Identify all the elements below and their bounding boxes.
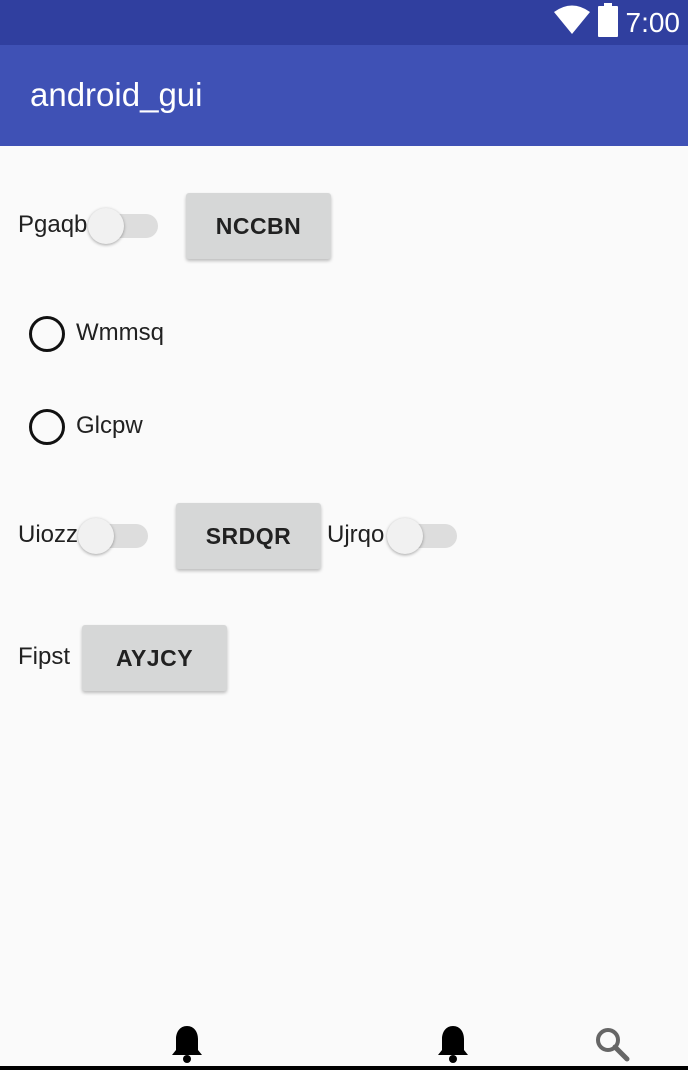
status-icons: 7:00 <box>553 0 681 45</box>
app-bar: android_gui <box>0 45 688 146</box>
switch-thumb <box>78 518 114 554</box>
srdqr-button[interactable]: SRDQR <box>176 503 321 569</box>
uiozz-switch[interactable] <box>78 515 148 555</box>
android-screen: 7:00 android_gui Pgaqb NCCBN Wmmsq Glcpw… <box>0 0 688 1070</box>
fipst-label: Fipst <box>18 643 71 670</box>
bell-icon[interactable] <box>170 1024 204 1069</box>
nccbn-button[interactable]: NCCBN <box>186 193 331 259</box>
wmmsq-radio[interactable] <box>29 316 65 352</box>
wifi-icon <box>553 5 590 40</box>
search-icon[interactable] <box>594 1026 630 1067</box>
wmmsq-radio-label[interactable]: Wmmsq <box>76 319 164 347</box>
pgaqb-switch[interactable] <box>88 205 158 245</box>
bell-icon[interactable] <box>436 1024 470 1069</box>
bottom-navigation <box>0 1036 688 1070</box>
switch-thumb <box>88 208 124 244</box>
switch-thumb <box>387 518 423 554</box>
status-time: 7:00 <box>625 6 681 38</box>
ujrqo-switch[interactable] <box>387 515 457 555</box>
glcpw-radio-label[interactable]: Glcpw <box>76 412 143 440</box>
ayjcy-button[interactable]: AYJCY <box>82 625 227 691</box>
status-bar: 7:00 <box>0 0 688 45</box>
glcpw-radio[interactable] <box>29 409 65 445</box>
battery-icon <box>597 3 618 42</box>
app-title: android_gui <box>30 76 203 113</box>
uiozz-switch-label: Uiozz <box>18 521 79 548</box>
ujrqo-switch-label: Ujrqo <box>327 521 385 548</box>
pgaqb-switch-label: Pgaqb <box>18 211 88 238</box>
